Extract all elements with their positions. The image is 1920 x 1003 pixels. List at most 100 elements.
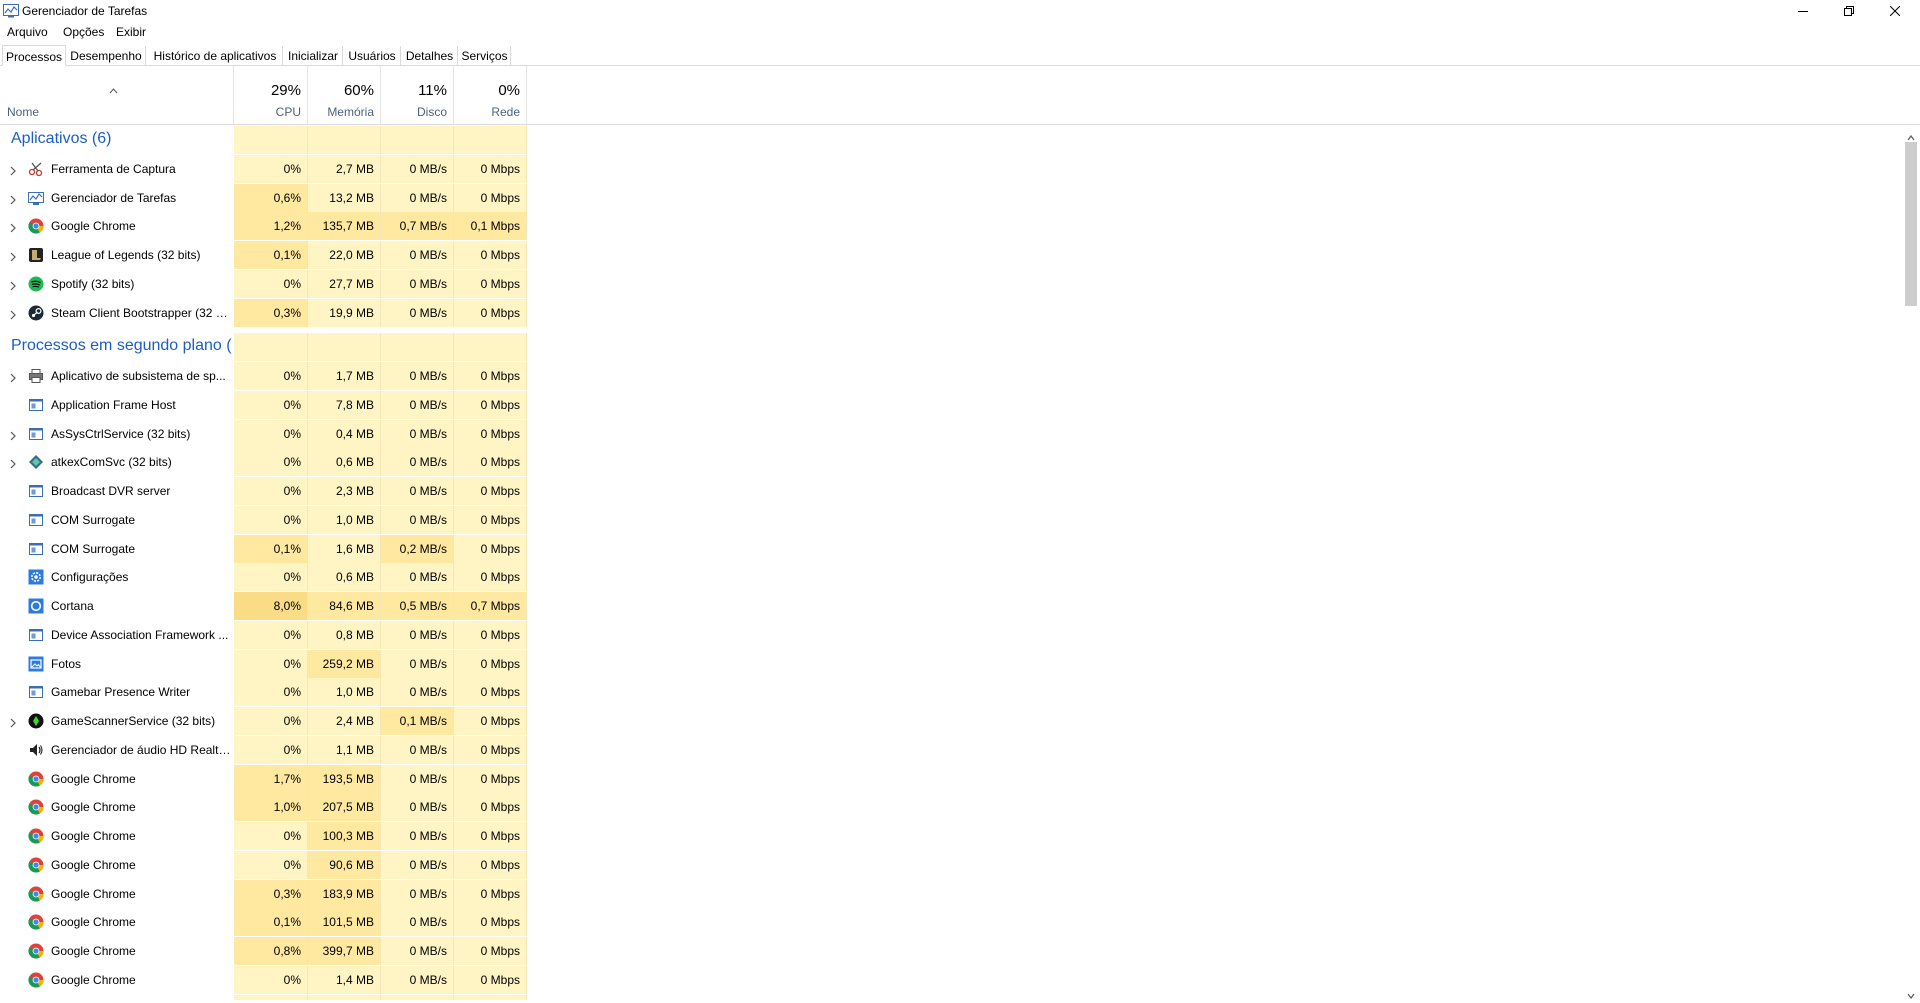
tab-historico[interactable]: Histórico de aplicativos (148, 46, 283, 66)
process-row[interactable]: Google Chrome 0% 1,4 MB 0 MB/s 0 Mbps (0, 965, 1898, 994)
process-row[interactable]: Google Chrome 0% 100,3 MB 0 MB/s 0 Mbps (0, 822, 1898, 850)
network-column-header[interactable]: 0% Rede (454, 66, 527, 124)
menu-exibir[interactable]: Exibir (116, 25, 146, 39)
expand-chevron-icon[interactable] (9, 221, 17, 233)
process-name: Google Chrome (51, 219, 136, 234)
restore-button[interactable] (1826, 0, 1872, 22)
process-row[interactable]: Google Chrome 0,3% 183,9 MB 0 MB/s 0 Mbps (0, 879, 1898, 908)
process-row[interactable]: Google Chrome 1,7% 193,5 MB 0 MB/s 0 Mbps (0, 764, 1898, 793)
memory-cell: 84,6 MB (308, 592, 381, 620)
menu-arquivo[interactable]: Arquivo (7, 25, 48, 39)
process-row[interactable]: Aplicativo de subsistema de sp... 0% 1,7 M… (0, 362, 1898, 390)
menu-bar: Arquivo Opções Exibir (0, 22, 1920, 42)
chrome-icon (28, 886, 44, 902)
disk-cell: 0 MB/s (381, 505, 454, 534)
memory-cell: 2,3 MB (308, 477, 381, 505)
group-header[interactable]: Aplicativos (6) (0, 126, 1898, 154)
process-row[interactable]: Google Chrome0%1,5 MB0 MB/s0 Mbps (0, 994, 1898, 1000)
minimize-icon (1798, 6, 1808, 16)
process-row[interactable]: Google Chrome 0,8% 399,7 MB 0 MB/s 0 Mbps (0, 937, 1898, 965)
tab-usuarios[interactable]: Usuários (344, 46, 401, 66)
cpu-cell: 0,6% (234, 183, 308, 212)
process-row[interactable]: Configurações 0% 0,6 MB 0 MB/s 0 Mbps (0, 563, 1898, 592)
process-row[interactable]: Google Chrome 1,2% 135,7 MB 0,7 MB/s 0,1 Mbp… (0, 212, 1898, 241)
process-row[interactable]: atkexComSvc (32 bits) 0% 0,6 MB 0 MB/s 0 Mbp… (0, 448, 1898, 477)
process-row[interactable]: Gerenciador de Tarefas 0,6% 13,2 MB 0 MB/s 0… (0, 183, 1898, 212)
vertical-scrollbar[interactable] (1902, 126, 1920, 1000)
process-row[interactable]: Device Association Framework ... 0% 0,8 MB… (0, 620, 1898, 649)
memory-cell: 0,6 MB (308, 448, 381, 477)
scrollbar-thumb[interactable] (1905, 142, 1917, 306)
process-row[interactable]: COM Surrogate 0% 1,0 MB 0 MB/s 0 Mbps (0, 505, 1898, 534)
process-name: Ferramenta de Captura (51, 161, 176, 176)
disk-cell: 0 MB/s (381, 649, 454, 678)
process-row[interactable]: Cortana 8,0% 84,6 MB 0,5 MB/s 0,7 Mbps (0, 592, 1898, 620)
memory-cell: 13,2 MB (308, 183, 381, 212)
column-header: Nome 29% CPU 60% Memória 11% Disco 0% Re… (0, 66, 1920, 125)
expand-chevron-icon[interactable] (9, 457, 17, 469)
cpu-cell: 1,7% (234, 764, 308, 793)
expand-chevron-icon[interactable] (9, 716, 17, 728)
network-cell: 0,7 Mbps (454, 592, 527, 620)
process-row[interactable]: COM Surrogate 0,1% 1,6 MB 0,2 MB/s 0 Mbps (0, 534, 1898, 563)
memory-cell: 1,6 MB (308, 534, 381, 563)
network-cell: 0 Mbps (454, 154, 527, 183)
disk-cell: 0 MB/s (381, 937, 454, 965)
memory-cell: 7,8 MB (308, 390, 381, 419)
tab-processos[interactable]: Processos (2, 45, 66, 66)
cpu-cell (234, 126, 308, 154)
process-row[interactable]: Google Chrome 1,0% 207,5 MB 0 MB/s 0 Mbps (0, 793, 1898, 822)
cpu-cell: 0,3% (234, 298, 308, 327)
group-header[interactable]: Processos em segundo plano (... (0, 333, 1898, 362)
close-icon (1890, 6, 1900, 16)
app-window-icon (28, 512, 44, 528)
expand-chevron-icon[interactable] (9, 250, 17, 262)
memory-cell (308, 333, 381, 362)
photos-icon (28, 656, 44, 672)
sort-ascending-icon (109, 82, 118, 97)
process-row[interactable]: Ferramenta de Captura 0% 2,7 MB 0 MB/s 0 Mbp… (0, 154, 1898, 183)
memory-column-header[interactable]: 60% Memória (308, 66, 381, 124)
expand-chevron-icon[interactable] (9, 308, 17, 319)
process-row[interactable]: Gerenciador de áudio HD Realtek 0% 1,1 MB 0… (0, 735, 1898, 764)
memory-label: Memória (327, 105, 374, 119)
scroll-down-icon[interactable] (1907, 988, 1915, 1000)
process-row[interactable]: Gamebar Presence Writer 0% 1,0 MB 0 MB/s 0 M… (0, 678, 1898, 707)
scroll-up-icon[interactable] (1907, 130, 1915, 141)
tab-servicos[interactable]: Serviços (459, 46, 511, 66)
process-row[interactable]: Spotify (32 bits) 0% 27,7 MB 0 MB/s 0 Mbps (0, 269, 1898, 298)
process-row[interactable]: Steam Client Bootstrapper (32 b... 0,3% 19… (0, 298, 1898, 327)
process-name: Google Chrome (51, 771, 136, 786)
process-row[interactable]: League of Legends (32 bits) 0,1% 22,0 MB 0 … (0, 241, 1898, 269)
disk-cell: 0 MB/s (381, 419, 454, 448)
cpu-cell: 0% (234, 269, 308, 298)
process-row[interactable]: GameScannerService (32 bits) 0% 2,4 MB 0,1 … (0, 707, 1898, 735)
expand-chevron-icon[interactable] (9, 429, 17, 440)
minimize-button[interactable] (1780, 0, 1826, 22)
expand-chevron-icon[interactable] (9, 193, 17, 204)
process-row[interactable]: Application Frame Host 0% 7,8 MB 0 MB/s 0 Mb… (0, 390, 1898, 419)
tab-desempenho[interactable]: Desempenho (67, 46, 146, 66)
cpu-column-header[interactable]: 29% CPU (234, 66, 308, 124)
process-row[interactable]: Google Chrome 0% 90,6 MB 0 MB/s 0 Mbps (0, 850, 1898, 879)
process-name: Fotos (51, 656, 82, 671)
expand-chevron-icon[interactable] (9, 164, 17, 176)
process-name: Configurações (51, 570, 129, 585)
disk-cell: 0 MB/s (381, 448, 454, 477)
process-row[interactable]: Fotos 0% 259,2 MB 0 MB/s 0 Mbps (0, 649, 1898, 678)
process-row[interactable]: Broadcast DVR server 0% 2,3 MB 0 MB/s 0 Mbps (0, 477, 1898, 505)
tab-inicializar[interactable]: Inicializar (284, 46, 343, 66)
menu-opcoes[interactable]: Opções (63, 25, 104, 39)
process-row[interactable]: Google Chrome 0,1% 101,5 MB 0 MB/s 0 Mbps (0, 908, 1898, 937)
disk-column-header[interactable]: 11% Disco (381, 66, 454, 124)
expand-chevron-icon[interactable] (9, 371, 17, 383)
cpu-cell: 0,1% (234, 241, 308, 269)
process-row[interactable]: AsSysCtrlService (32 bits) 0% 0,4 MB 0 MB/s… (0, 419, 1898, 448)
close-button[interactable] (1872, 0, 1918, 22)
chrome-icon (28, 972, 44, 988)
tab-detalhes[interactable]: Detalhes (402, 46, 458, 66)
name-column-header[interactable]: Nome (0, 66, 234, 124)
title-bar: Gerenciador de Tarefas (0, 0, 1920, 22)
disk-cell: 0 MB/s (381, 678, 454, 707)
expand-chevron-icon[interactable] (9, 279, 17, 291)
